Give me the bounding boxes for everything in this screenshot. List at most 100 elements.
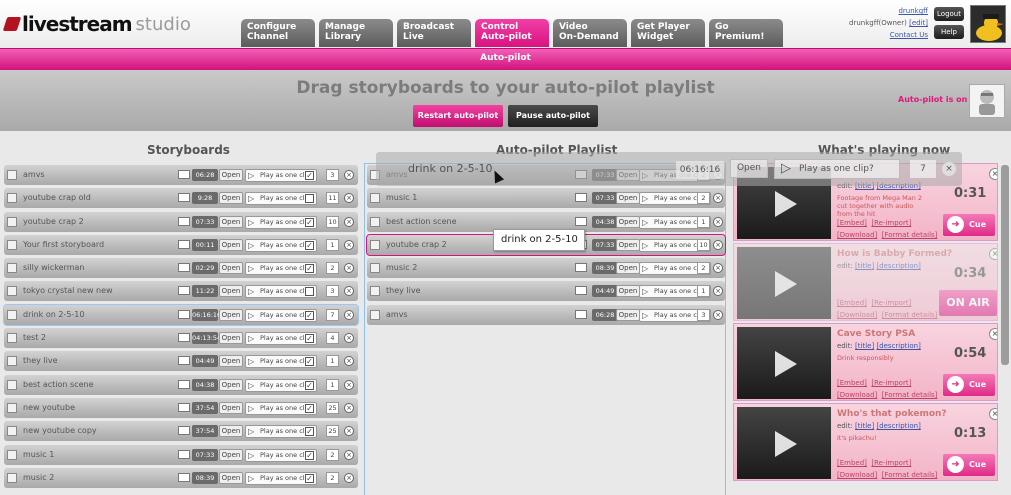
- drag-handle-icon[interactable]: [7, 472, 17, 483]
- remove-icon[interactable]: ×: [344, 216, 354, 227]
- open-button[interactable]: Open: [219, 448, 243, 461]
- storyboard-row[interactable]: music 107:33OpenPlay as one clip?✓2×: [4, 444, 358, 465]
- storyboard-row[interactable]: best action scene 04:38OpenPlay as one cl…: [4, 374, 358, 395]
- help-button[interactable]: Help: [934, 25, 964, 39]
- video-thumbnail[interactable]: [737, 247, 831, 319]
- play-as-one-clip-toggle[interactable]: Play as one clip?✓: [245, 308, 317, 322]
- close-icon[interactable]: ×: [989, 248, 997, 260]
- play-as-one-clip-toggle[interactable]: Play as one clip?✓: [245, 262, 317, 276]
- open-button[interactable]: Open: [219, 192, 243, 205]
- remove-icon[interactable]: ×: [344, 426, 354, 437]
- remove-icon[interactable]: ×: [713, 263, 723, 274]
- play-as-one-clip-toggle[interactable]: Play as one clip?✓: [245, 378, 317, 392]
- edit-title-link[interactable]: [title]: [855, 262, 874, 270]
- pause-autopilot-button[interactable]: Pause auto-pilot: [508, 105, 598, 127]
- play-as-one-clip-toggle[interactable]: Play as one clip?✓: [245, 215, 317, 229]
- open-button[interactable]: Open: [219, 215, 243, 228]
- remove-icon[interactable]: ×: [344, 449, 354, 460]
- edit-title-link[interactable]: [title]: [855, 422, 874, 430]
- remove-icon[interactable]: ×: [344, 356, 354, 367]
- drag-handle-icon[interactable]: [7, 449, 17, 460]
- remove-icon[interactable]: ×: [344, 379, 354, 390]
- drag-handle-icon[interactable]: [370, 286, 380, 297]
- tab-go-premium[interactable]: Go Premium!: [709, 19, 783, 47]
- one-clip-checkbox[interactable]: ✓: [305, 171, 314, 180]
- open-button[interactable]: Open: [616, 285, 640, 298]
- reimport-link[interactable]: [Re-import]: [871, 459, 911, 467]
- download-link[interactable]: [Download]: [837, 471, 877, 479]
- one-clip-checkbox[interactable]: ✓: [305, 217, 314, 227]
- embed-link[interactable]: [Embed]: [837, 379, 867, 387]
- one-clip-checkbox[interactable]: ✓: [305, 310, 314, 320]
- download-link[interactable]: [Download]: [837, 391, 877, 399]
- one-clip-checkbox[interactable]: ✓: [305, 240, 314, 250]
- drag-handle-icon[interactable]: [7, 402, 17, 413]
- remove-icon[interactable]: ×: [713, 309, 723, 320]
- format-details-link[interactable]: [Format details]: [882, 231, 938, 239]
- format-details-link[interactable]: [Format details]: [882, 391, 938, 399]
- drag-handle-icon[interactable]: [7, 286, 17, 297]
- play-as-one-clip-toggle[interactable]: Play as one clip?✓: [245, 238, 317, 252]
- edit-description-link[interactable]: [description]: [876, 422, 920, 430]
- one-clip-checkbox[interactable]: ✓: [305, 380, 314, 390]
- tab-manage-library[interactable]: Manage Library: [319, 19, 393, 47]
- restart-autopilot-button[interactable]: Restart auto-pilot: [413, 105, 503, 127]
- storyboard-row[interactable]: new youtube 37:54OpenPlay as one clip?✓ 25…: [4, 397, 358, 418]
- drag-handle-icon[interactable]: [7, 356, 17, 367]
- format-details-link[interactable]: [Format details]: [882, 471, 938, 479]
- remove-icon[interactable]: ×: [344, 309, 354, 320]
- open-button[interactable]: Open: [616, 262, 640, 275]
- tab-get-player-widget[interactable]: Get Player Widget: [631, 19, 705, 47]
- remove-icon[interactable]: ×: [713, 193, 723, 204]
- open-button[interactable]: Open: [219, 355, 243, 368]
- tab-control-autopilot[interactable]: Control Auto-pilot: [475, 19, 549, 47]
- remove-icon[interactable]: ×: [713, 239, 723, 250]
- close-icon[interactable]: ×: [989, 328, 997, 340]
- tab-broadcast-live[interactable]: Broadcast Live: [397, 19, 471, 47]
- now-playing-scrollbar[interactable]: [1001, 165, 1009, 365]
- play-as-one-clip-toggle[interactable]: Play as one clip?✓: [245, 401, 317, 415]
- drag-handle-icon[interactable]: [7, 309, 17, 320]
- open-button[interactable]: Open: [219, 308, 243, 321]
- storyboard-row[interactable]: drink on 2-5-10 06:16:16OpenPlay as one c…: [3, 303, 359, 326]
- storyboard-row[interactable]: they live 04:49OpenPlay as one clip?✓ 1 ×: [4, 351, 358, 372]
- play-as-one-clip-toggle[interactable]: Play as one clip?✓: [245, 448, 317, 462]
- embed-link[interactable]: [Embed]: [837, 219, 867, 227]
- storyboard-row[interactable]: music 107:33OpenPlay as one clip?✓2×: [367, 188, 725, 209]
- remove-icon[interactable]: ×: [344, 193, 354, 204]
- reimport-link[interactable]: [Re-import]: [871, 379, 911, 387]
- one-clip-checkbox[interactable]: ✓: [305, 403, 314, 413]
- drag-handle-icon[interactable]: [370, 193, 380, 204]
- download-link[interactable]: [Download]: [837, 311, 877, 319]
- remove-icon[interactable]: ×: [344, 239, 354, 250]
- open-button[interactable]: Open: [219, 401, 243, 414]
- open-button[interactable]: Open: [219, 471, 243, 484]
- one-clip-checkbox[interactable]: ✓: [305, 473, 314, 483]
- cue-button[interactable]: Cue: [943, 454, 995, 476]
- edit-description-link[interactable]: [description]: [876, 342, 920, 350]
- remove-icon[interactable]: ×: [344, 472, 354, 483]
- drag-handle-icon[interactable]: [7, 216, 17, 227]
- open-button[interactable]: Open: [219, 332, 243, 345]
- tab-configure-channel[interactable]: Configure Channel: [241, 19, 315, 47]
- storyboard-row[interactable]: youtube crap old 9:28OpenPlay as one clip…: [4, 188, 358, 209]
- tab-video-on-demand[interactable]: Video On-Demand: [553, 19, 627, 47]
- drag-handle-icon[interactable]: [370, 239, 380, 250]
- drag-handle-icon[interactable]: [7, 426, 17, 437]
- play-as-one-clip-toggle[interactable]: Play as one clip?✓: [245, 471, 317, 485]
- storyboard-row[interactable]: test 2 04:13:54OpenPlay as one clip?✓ 4 ×: [4, 328, 358, 349]
- play-as-one-clip-toggle[interactable]: Play as one clip?: [245, 192, 317, 206]
- reimport-link[interactable]: [Re-import]: [871, 299, 911, 307]
- one-clip-checkbox[interactable]: ✓: [305, 357, 314, 367]
- edit-title-link[interactable]: [title]: [855, 342, 874, 350]
- avatar[interactable]: [970, 5, 1006, 43]
- drag-handle-icon[interactable]: [7, 170, 17, 180]
- one-clip-checkbox[interactable]: [305, 287, 314, 297]
- cue-button[interactable]: Cue: [943, 374, 995, 396]
- storyboard-row[interactable]: Your first storyboard 00:11OpenPlay as on…: [4, 234, 358, 255]
- reimport-link[interactable]: [Re-import]: [871, 219, 911, 227]
- open-button[interactable]: Open: [616, 238, 640, 251]
- format-details-link[interactable]: [Format details]: [882, 311, 938, 319]
- download-link[interactable]: [Download]: [837, 231, 877, 239]
- remove-icon[interactable]: ×: [344, 170, 354, 180]
